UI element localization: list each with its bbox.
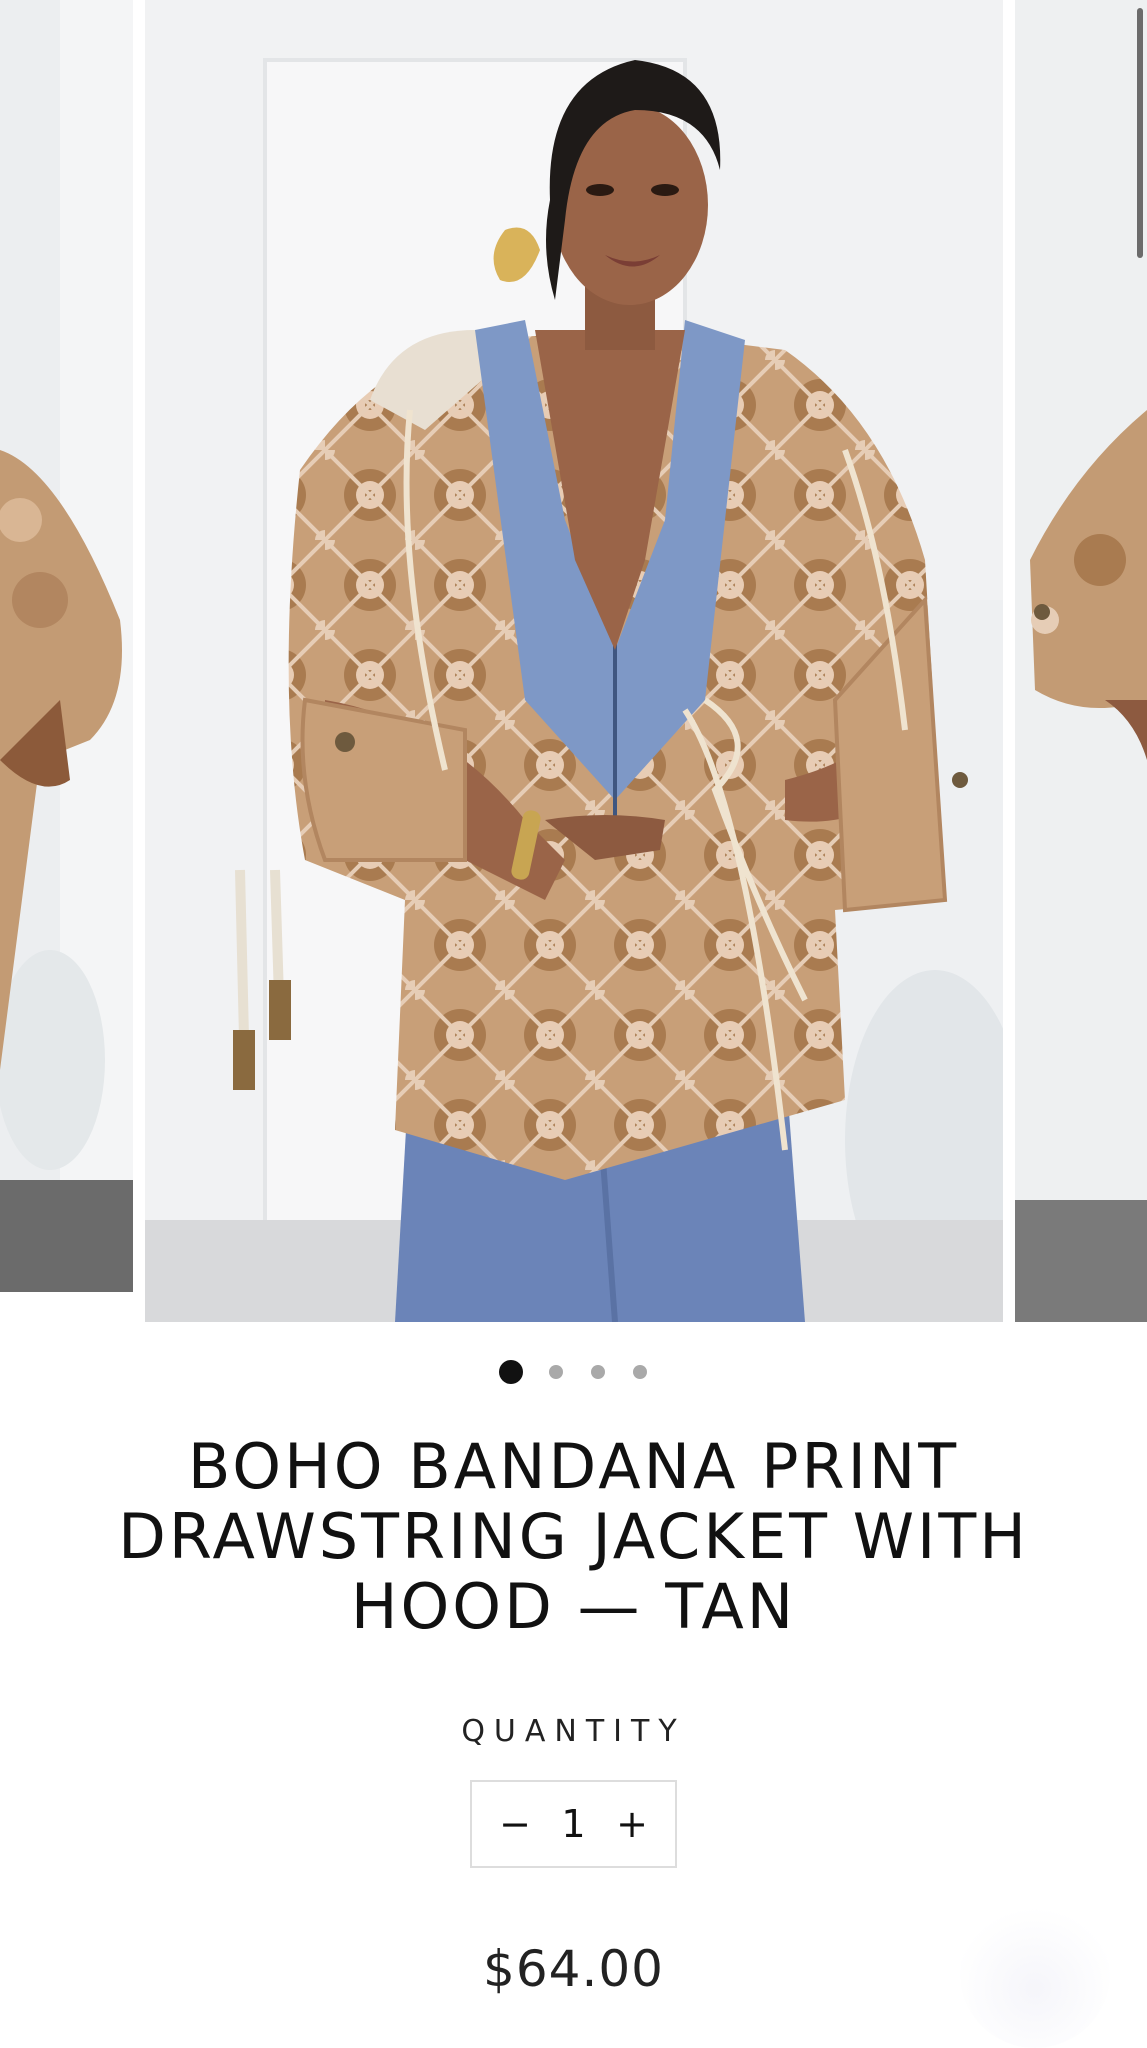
increment-button[interactable]: +	[607, 1794, 657, 1854]
product-photo-main	[145, 0, 1003, 1322]
quantity-stepper: − 1 +	[470, 1780, 677, 1868]
product-photo-previous	[0, 0, 133, 1292]
quantity-label: QUANTITY	[461, 1714, 686, 1749]
chat-widget-button[interactable]	[960, 1900, 1110, 2048]
gallery-dot-3[interactable]	[590, 1365, 605, 1379]
product-image-gallery[interactable]	[0, 0, 1147, 1324]
gallery-dot-2[interactable]	[548, 1365, 563, 1379]
product-photo-next	[1015, 0, 1147, 1322]
quantity-input[interactable]: 1	[549, 1802, 599, 1846]
gallery-slide-main[interactable]	[145, 0, 1003, 1322]
gallery-dot-4[interactable]	[632, 1365, 647, 1379]
gallery-slide-previous[interactable]	[0, 0, 133, 1292]
product-title: BOHO BANDANA PRINT DRAWSTRING JACKET WIT…	[118, 1430, 1029, 1643]
page-scrollbar[interactable]	[1137, 8, 1143, 258]
product-page: BOHO BANDANA PRINT DRAWSTRING JACKET WIT…	[0, 0, 1147, 2048]
gallery-slide-next[interactable]	[1015, 0, 1147, 1322]
gallery-dot-1[interactable]	[498, 1360, 523, 1384]
decrement-button[interactable]: −	[490, 1794, 540, 1854]
gallery-pagination	[0, 1360, 1147, 1384]
